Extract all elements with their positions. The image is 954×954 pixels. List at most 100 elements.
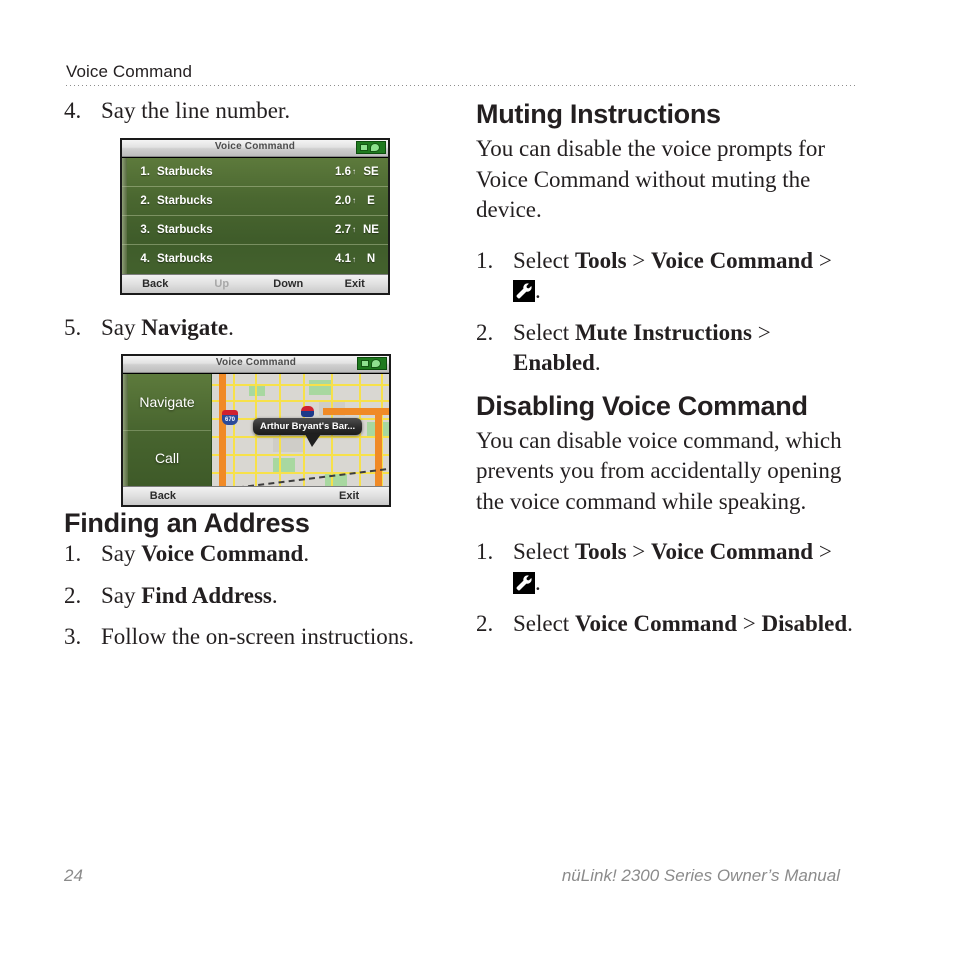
step-number: 1. xyxy=(64,541,82,566)
disabling-steps: 1. Select Tools > Voice Command > . 2. Sel… xyxy=(476,537,856,640)
step-number: 2. xyxy=(476,611,494,636)
map-street xyxy=(211,384,389,386)
continued-steps-list-2: 5. Say Navigate. xyxy=(64,313,444,344)
row-name: Starbucks xyxy=(157,223,213,236)
step-number: 1. xyxy=(476,247,494,273)
exit-button[interactable]: Exit xyxy=(322,278,389,290)
poi-marker-icon xyxy=(301,406,314,417)
row-direction: E xyxy=(367,194,375,207)
list-item: 1. Select Tools > Voice Command > . xyxy=(476,537,856,598)
step-text-post: . xyxy=(594,350,601,375)
muting-steps: 1. Select Tools > Voice Command > . 2. Sel… xyxy=(476,246,856,379)
step-text-pre: Select xyxy=(513,539,575,564)
pin-bottom xyxy=(301,411,314,417)
step-text-pre: Say xyxy=(101,541,142,566)
menu-path-tools: Tools xyxy=(574,247,627,273)
device-titlebar-text: Voice Command xyxy=(214,140,296,152)
results-list-body: 1. Starbucks 1.6 ↑ SE 2. Starbucks 2.0 ↑… xyxy=(122,157,388,274)
back-button[interactable]: Back xyxy=(122,278,189,290)
path-separator: > xyxy=(813,247,832,273)
step-text-pre: Say xyxy=(101,582,142,608)
map-park xyxy=(273,458,295,473)
table-row[interactable]: 4. Starbucks 4.1 ↑ N xyxy=(122,245,388,274)
page-footer: 24 nüLink! 2300 Series Owner’s Manual xyxy=(64,866,854,886)
up-arrow-icon: ↑ xyxy=(352,196,356,205)
interstate-shield-icon: 670 xyxy=(222,410,238,425)
menu-path-mute-instructions: Mute Instructions xyxy=(574,319,752,345)
list-item: 4. Say the line number. xyxy=(64,96,444,127)
row-index: 3. xyxy=(140,223,150,236)
row-direction: SE xyxy=(363,165,379,178)
up-arrow-icon: ↑ xyxy=(352,254,356,264)
navigate-button[interactable]: Navigate xyxy=(123,374,211,431)
right-column: Muting Instructions You can disable the … xyxy=(476,96,856,651)
header-title: Voice Command xyxy=(66,62,193,81)
page-title-disabling-voice-command: Disabling Voice Command xyxy=(476,390,808,421)
row-direction: N xyxy=(366,253,376,265)
manual-page: Voice Command 4. Say the line number. Voi… xyxy=(0,0,954,954)
callout-label: Arthur Bryant's Bar... xyxy=(260,421,356,432)
map-park xyxy=(309,380,331,395)
device-status-indicators xyxy=(356,140,386,154)
path-separator: > xyxy=(626,247,652,273)
step-number: 2. xyxy=(64,582,82,608)
path-separator: > xyxy=(626,539,652,564)
device-screenshot-results-list: Voice Command 1. Starbucks 1.6 ↑ SE 2. S… xyxy=(120,137,390,295)
back-button[interactable]: Back xyxy=(123,490,203,502)
row-distance: 4.1 xyxy=(335,253,351,265)
map-highway xyxy=(375,408,382,486)
down-button[interactable]: Down xyxy=(255,278,322,290)
satellite-icon xyxy=(370,142,380,152)
row-distance: 2.0 xyxy=(335,194,351,207)
row-distance: 1.6 xyxy=(335,165,351,178)
map-street xyxy=(233,374,235,486)
call-button[interactable]: Call xyxy=(123,430,211,486)
map-options-panel: Navigate Call xyxy=(123,374,212,486)
wrench-icon xyxy=(513,280,535,302)
row-distance: 2.7 xyxy=(335,223,351,236)
step-number: 3. xyxy=(64,624,82,649)
map-callout-bubble: Arthur Bryant's Bar... xyxy=(253,418,363,447)
row-index: 2. xyxy=(140,194,150,207)
table-row[interactable]: 1. Starbucks 1.6 ↑ SE xyxy=(122,158,388,187)
table-row[interactable]: 3. Starbucks 2.7 ↑ NE xyxy=(122,216,388,245)
up-button[interactable]: Up xyxy=(189,278,256,290)
menu-path-disabled: Disabled xyxy=(761,611,848,636)
page-title-finding-an-address: Finding an Address xyxy=(64,508,310,538)
step-number: 4. xyxy=(64,98,82,123)
map-street xyxy=(211,400,389,402)
exit-button[interactable]: Exit xyxy=(309,490,389,502)
device-button-bar: Back Up Down Exit xyxy=(122,273,389,293)
device-titlebar: Voice Command xyxy=(122,139,388,157)
list-item: 2. Say Find Address. xyxy=(64,581,444,612)
device-titlebar-text: Voice Command xyxy=(215,357,297,368)
list-item: 2. Select Voice Command > Disabled. xyxy=(476,609,856,640)
list-item: 2. Select Mute Instructions > Enabled. xyxy=(476,318,856,379)
step-text-bold: Navigate xyxy=(141,314,229,340)
disabling-paragraph: You can disable voice command, which pre… xyxy=(476,427,842,514)
menu-path-voice-command: Voice Command xyxy=(651,247,814,273)
row-name: Starbucks xyxy=(157,253,213,265)
step-text-post: . xyxy=(535,569,541,595)
table-row[interactable]: 2. Starbucks 2.0 ↑ E xyxy=(122,187,388,216)
step-text-post: . xyxy=(847,611,853,636)
left-column: 4. Say the line number. Voice Command 1. … xyxy=(64,96,444,664)
step-text-pre: Say xyxy=(101,314,142,340)
device-titlebar: Voice Command xyxy=(123,356,389,373)
wrench-icon xyxy=(513,571,535,594)
row-index: 1. xyxy=(140,165,150,178)
map-street xyxy=(211,436,389,438)
device-screenshot-map: Voice Command 670 Arthur Bryant's Bar...… xyxy=(121,354,391,507)
step-number: 5. xyxy=(64,314,82,340)
battery-icon xyxy=(361,360,369,367)
device-status-indicators xyxy=(357,357,387,370)
menu-path-enabled: Enabled xyxy=(513,350,595,375)
menu-path-voice-command: Voice Command xyxy=(574,611,738,636)
page-title-muting-instructions: Muting Instructions xyxy=(476,99,721,129)
running-header: Voice Command xyxy=(66,62,856,86)
row-index: 4. xyxy=(140,253,150,265)
menu-path-tools: Tools xyxy=(574,539,627,564)
manual-title: nüLink! 2300 Series Owner’s Manual xyxy=(561,866,840,885)
muting-paragraph: You can disable the voice prompts for Vo… xyxy=(476,136,825,222)
map-block xyxy=(273,436,303,452)
